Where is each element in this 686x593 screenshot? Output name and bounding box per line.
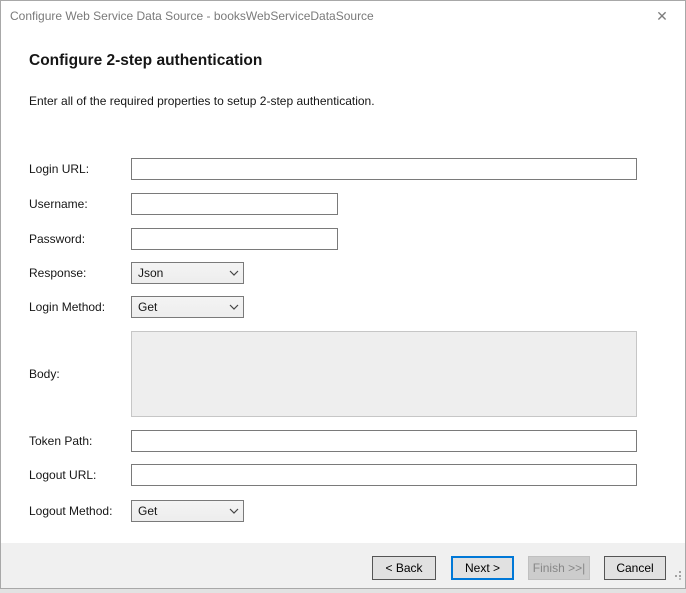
response-selected-value: Json xyxy=(138,266,164,280)
response-dropdown[interactable]: Json xyxy=(131,262,244,284)
page-title: Configure 2-step authentication xyxy=(29,52,263,69)
footer-bar: < Back Next > Finish >>| Cancel xyxy=(1,543,685,588)
username-input[interactable] xyxy=(131,193,338,215)
close-icon[interactable]: ✕ xyxy=(645,1,679,31)
logout-url-label: Logout URL: xyxy=(29,468,97,482)
window-bottom-edge xyxy=(0,589,686,593)
login-url-label: Login URL: xyxy=(29,162,90,176)
response-label: Response: xyxy=(29,266,87,280)
login-method-dropdown[interactable]: Get xyxy=(131,296,244,318)
body-label: Body: xyxy=(29,367,60,381)
logout-method-dropdown[interactable]: Get xyxy=(131,500,244,522)
login-method-label: Login Method: xyxy=(29,300,106,314)
resize-grip-icon[interactable] xyxy=(672,567,682,585)
logout-method-selected-value: Get xyxy=(138,504,158,518)
body-textarea xyxy=(131,331,637,417)
password-label: Password: xyxy=(29,232,86,246)
finish-button: Finish >>| xyxy=(528,556,590,580)
next-button[interactable]: Next > xyxy=(451,556,514,580)
back-button[interactable]: < Back xyxy=(372,556,436,580)
chevron-down-icon xyxy=(225,297,243,317)
chevron-down-icon xyxy=(225,501,243,521)
token-path-input[interactable] xyxy=(131,430,637,452)
username-label: Username: xyxy=(29,197,88,211)
dialog-window: Configure Web Service Data Source - book… xyxy=(0,0,686,589)
token-path-label: Token Path: xyxy=(29,434,93,448)
login-method-selected-value: Get xyxy=(138,300,158,314)
cancel-button[interactable]: Cancel xyxy=(604,556,666,580)
chevron-down-icon xyxy=(225,263,243,283)
window-title: Configure Web Service Data Source - book… xyxy=(10,9,374,23)
logout-method-label: Logout Method: xyxy=(29,504,113,518)
password-input[interactable] xyxy=(131,228,338,250)
title-bar: Configure Web Service Data Source - book… xyxy=(1,1,685,31)
login-url-input[interactable] xyxy=(131,158,637,180)
page-description: Enter all of the required properties to … xyxy=(29,94,375,108)
logout-url-input[interactable] xyxy=(131,464,637,486)
